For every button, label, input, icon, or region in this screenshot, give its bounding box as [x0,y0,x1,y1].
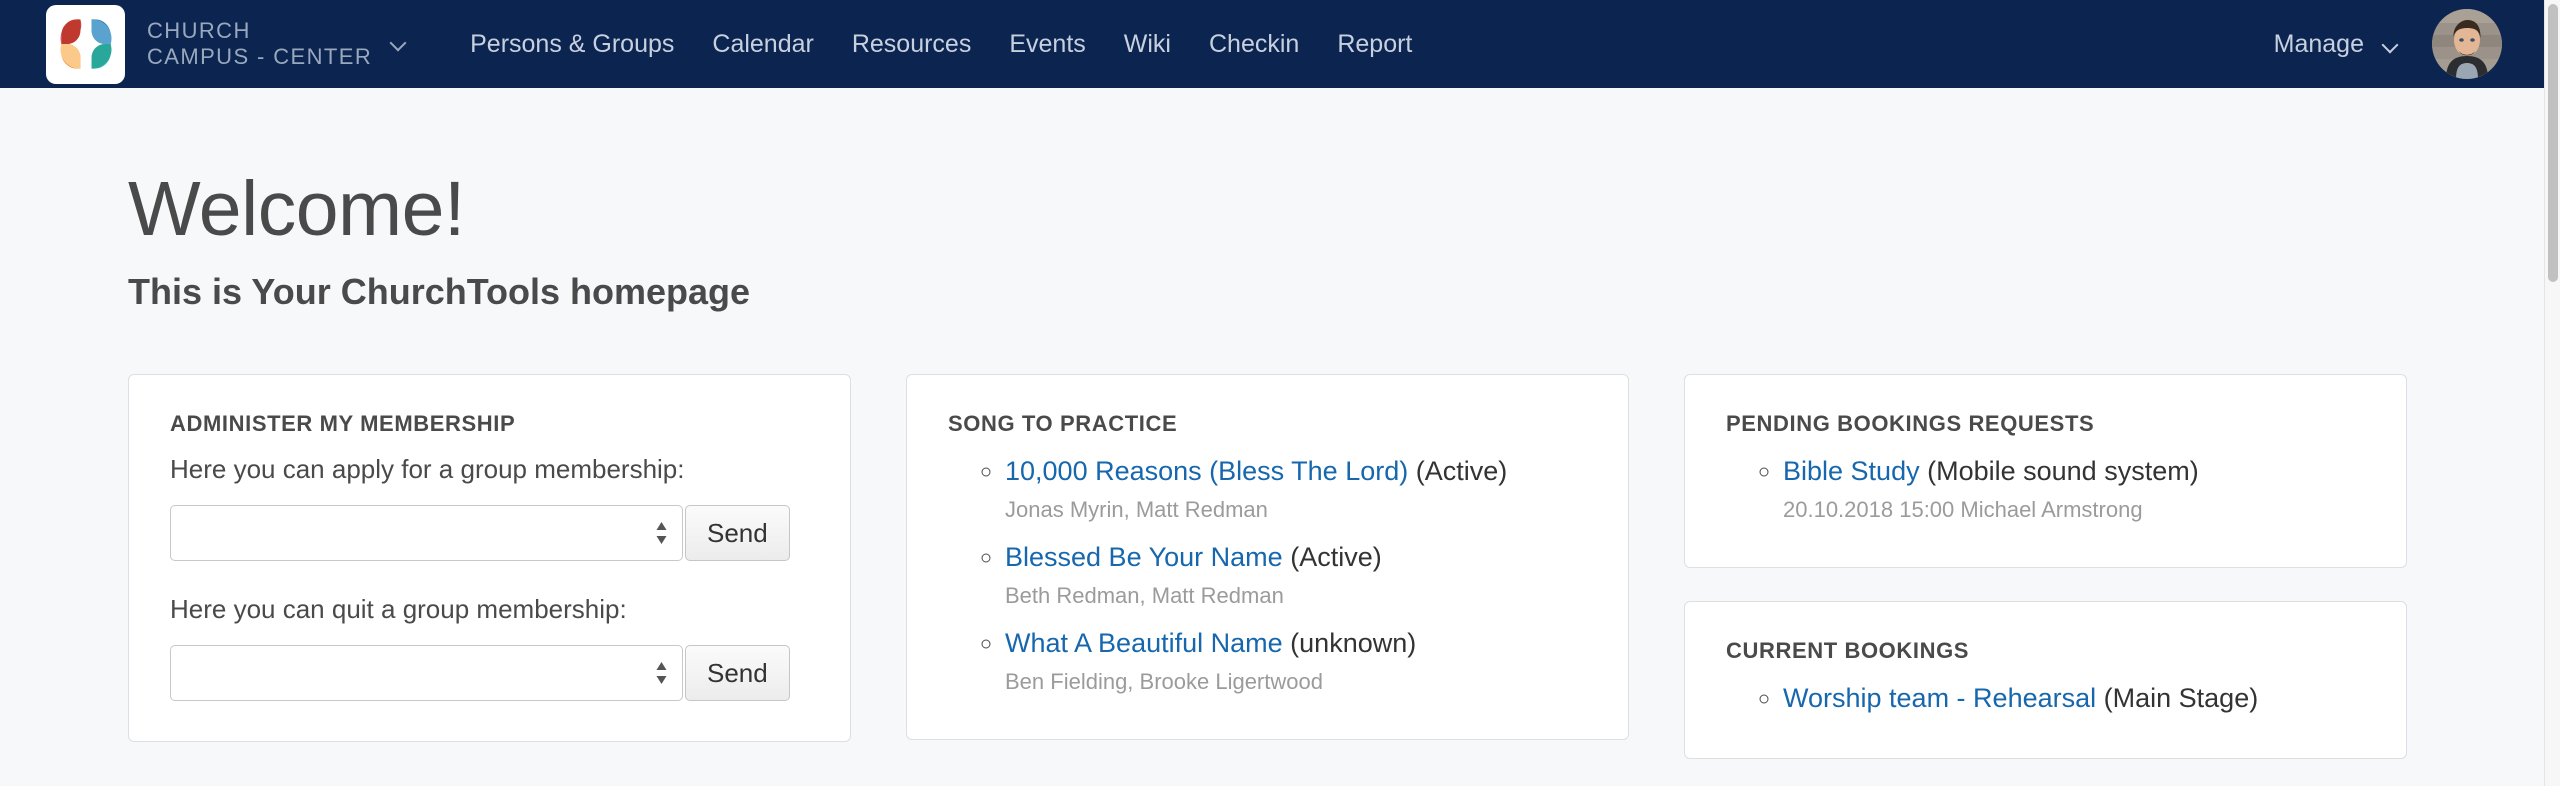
song-status: (Active) [1290,542,1382,572]
church-pinwheel-cross-logo-icon [58,16,114,72]
chevron-down-icon [2382,38,2398,54]
booking-meta: 20.10.2018 15:00 Michael Armstrong [1783,493,2365,527]
dashboard-column-1: ADMINISTER MY MEMBERSHIP Here you can ap… [128,374,851,742]
list-item: Blessed Be Your Name (Active) Beth Redma… [1005,537,1587,613]
page-content: Welcome! This is Your ChurchTools homepa… [0,88,2544,759]
nav-item-events[interactable]: Events [990,0,1104,88]
top-navigation-bar: CHURCH CAMPUS - CENTER Persons & Groups … [0,0,2544,88]
page-title: Welcome! [128,167,2544,251]
current-bookings-list: Worship team - Rehearsal (Main Stage) [1783,678,2365,718]
avatar[interactable] [2432,9,2502,79]
brand-line-1: CHURCH [147,18,372,44]
song-to-practice-card: SONG TO PRACTICE 10,000 Reasons (Bless T… [906,374,1629,740]
song-link[interactable]: 10,000 Reasons (Bless The Lord) [1005,456,1408,486]
apply-send-button[interactable]: Send [685,505,790,561]
song-authors: Beth Redman, Matt Redman [1005,579,1587,613]
song-link[interactable]: What A Beautiful Name [1005,628,1283,658]
select-spinner-icon [655,660,668,686]
quit-group-select[interactable] [170,645,683,701]
spacer [170,561,809,587]
page-subtitle: This is Your ChurchTools homepage [128,271,2544,313]
booking-row: Bible Study (Mobile sound system) [1783,451,2365,491]
song-list: 10,000 Reasons (Bless The Lord) (Active)… [1005,451,1587,699]
pending-bookings-requests-card: PENDING BOOKINGS REQUESTS Bible Study (M… [1684,374,2407,568]
manage-menu[interactable]: Manage [2274,30,2398,59]
quit-send-button[interactable]: Send [685,645,790,701]
card-title: PENDING BOOKINGS REQUESTS [1726,411,2365,437]
list-item: 10,000 Reasons (Bless The Lord) (Active)… [1005,451,1587,527]
card-title: CURRENT BOOKINGS [1726,638,2365,664]
administer-membership-card: ADMINISTER MY MEMBERSHIP Here you can ap… [128,374,851,742]
card-title: SONG TO PRACTICE [948,411,1587,437]
list-item: What A Beautiful Name (unknown) Ben Fiel… [1005,623,1587,699]
card-title: ADMINISTER MY MEMBERSHIP [170,411,809,437]
current-bookings-card: CURRENT BOOKINGS Worship team - Rehearsa… [1684,601,2407,759]
song-status: (Active) [1416,456,1508,486]
apply-membership-label: Here you can apply for a group membershi… [170,451,809,487]
song-authors: Jonas Myrin, Matt Redman [1005,493,1587,527]
booking-link[interactable]: Bible Study [1783,456,1920,486]
apply-membership-row: Send [170,505,809,561]
song-row: Blessed Be Your Name (Active) [1005,537,1587,577]
song-status: (unknown) [1290,628,1416,658]
main-navigation: Persons & Groups Calendar Resources Even… [451,0,1431,88]
avatar-image [2432,9,2502,79]
topbar-right-area: Manage [2274,9,2502,79]
song-link[interactable]: Blessed Be Your Name [1005,542,1283,572]
booking-row: Worship team - Rehearsal (Main Stage) [1783,678,2365,718]
manage-label: Manage [2274,30,2364,59]
brand-name: CHURCH CAMPUS - CENTER [147,18,372,70]
booking-resource: (Main Stage) [2104,683,2259,713]
scrollbar-thumb[interactable] [2548,4,2558,282]
song-row: What A Beautiful Name (unknown) [1005,623,1587,663]
apply-group-select[interactable] [170,505,683,561]
nav-item-resources[interactable]: Resources [833,0,991,88]
nav-item-wiki[interactable]: Wiki [1105,0,1190,88]
brand-line-2: CAMPUS - CENTER [147,44,372,70]
quit-membership-label: Here you can quit a group membership: [170,591,809,627]
nav-item-report[interactable]: Report [1318,0,1431,88]
booking-link[interactable]: Worship team - Rehearsal [1783,683,2096,713]
vertical-scrollbar[interactable] [2544,0,2560,786]
song-row: 10,000 Reasons (Bless The Lord) (Active) [1005,451,1587,491]
logo-tile[interactable] [46,5,125,84]
dashboard-column-2: SONG TO PRACTICE 10,000 Reasons (Bless T… [906,374,1629,740]
dashboard-column-3: PENDING BOOKINGS REQUESTS Bible Study (M… [1684,374,2407,759]
chevron-down-icon[interactable] [390,36,406,57]
nav-item-persons-groups[interactable]: Persons & Groups [451,0,693,88]
song-authors: Ben Fielding, Brooke Ligertwood [1005,665,1587,699]
quit-membership-row: Send [170,645,809,701]
brand-area[interactable]: CHURCH CAMPUS - CENTER [46,5,406,84]
select-spinner-icon [655,520,668,546]
pending-bookings-list: Bible Study (Mobile sound system) 20.10.… [1783,451,2365,527]
nav-item-checkin[interactable]: Checkin [1190,0,1318,88]
booking-resource: (Mobile sound system) [1927,456,2199,486]
list-item: Worship team - Rehearsal (Main Stage) [1783,678,2365,718]
list-item: Bible Study (Mobile sound system) 20.10.… [1783,451,2365,527]
dashboard-grid: ADMINISTER MY MEMBERSHIP Here you can ap… [128,374,2544,759]
nav-item-calendar[interactable]: Calendar [693,0,832,88]
